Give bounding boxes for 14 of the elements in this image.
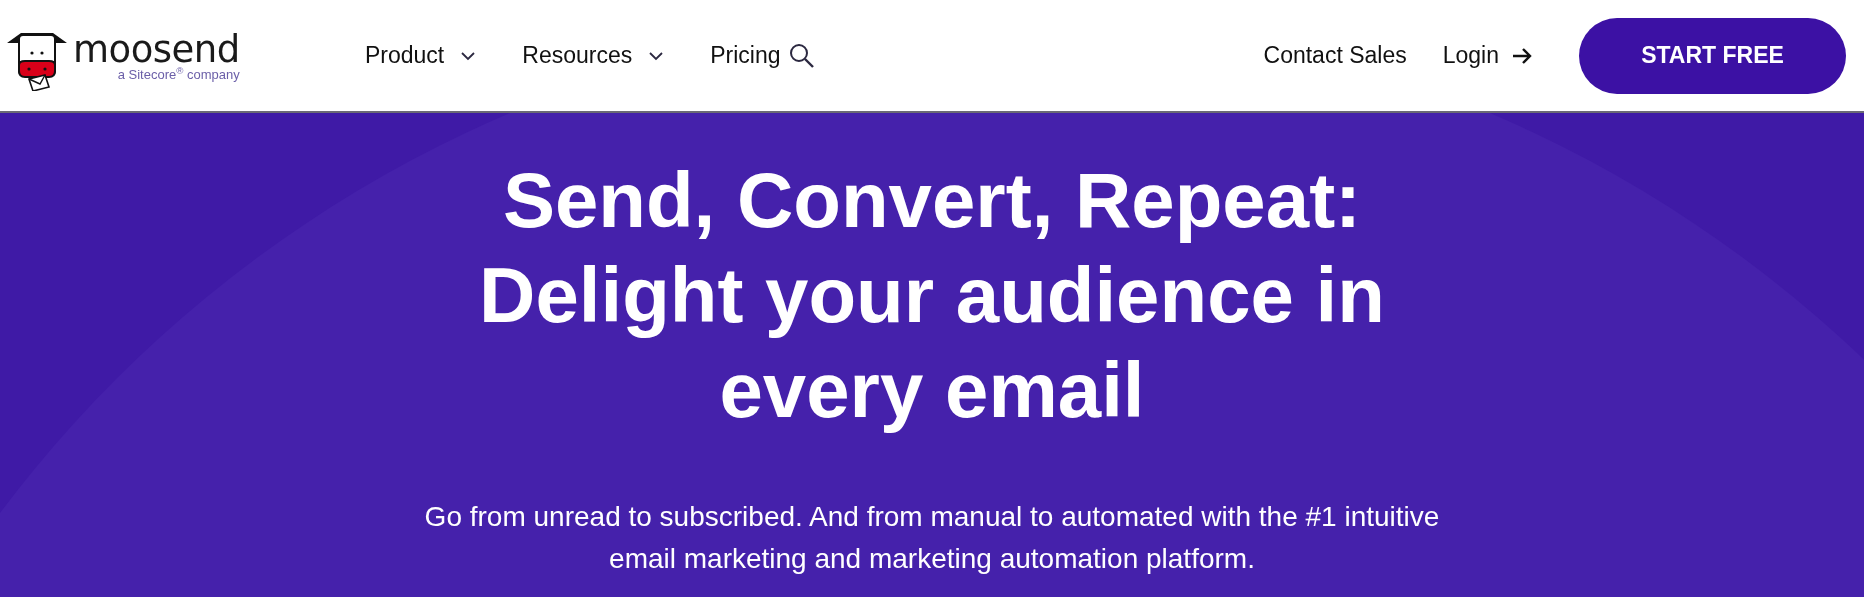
login-link[interactable]: Login	[1442, 38, 1533, 73]
start-free-button[interactable]: START FREE	[1579, 17, 1846, 94]
hero-subtitle: Go from unread to subscribed. And from manual to automated with the #1 intuitive email marketing and marketing automation platform.	[423, 500, 1441, 576]
nav-link[interactable]: Pricing	[710, 38, 781, 73]
arrow-right-icon	[1511, 46, 1533, 65]
contact-sales-link[interactable]: Contact Sales	[1263, 38, 1407, 73]
logo-tagline: a Sitecore$^{®}$ company	[117, 67, 240, 81]
hero-headline: Send, Convert, Repeat: Delight your audience in every email	[478, 155, 1386, 436]
search-icon[interactable]	[788, 42, 815, 69]
logo-wordmark[interactable]: moosend	[73, 30, 240, 68]
nav-dropdown[interactable]: Resources	[522, 38, 665, 73]
chevron-down-icon	[460, 50, 477, 61]
chevron-down-icon	[648, 50, 665, 61]
nav-dropdown[interactable]: Product	[365, 38, 477, 73]
